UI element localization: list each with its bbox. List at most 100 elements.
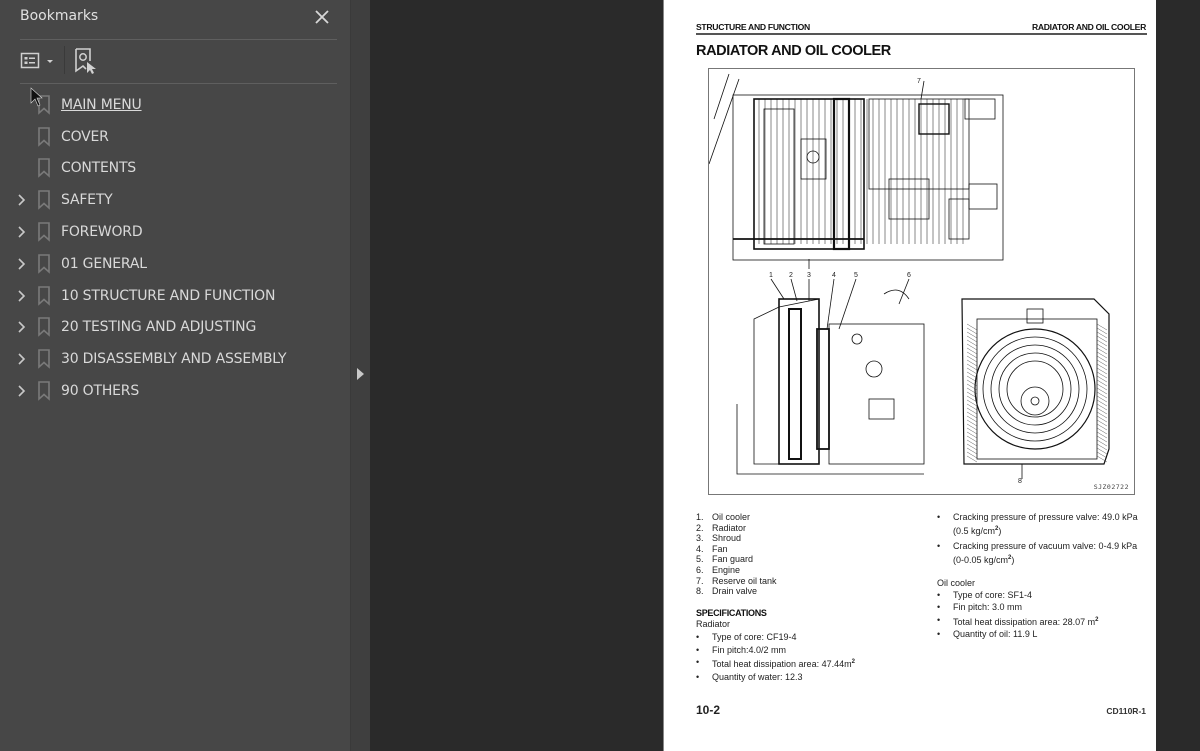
bookmark-label: FOREWORD (61, 224, 143, 241)
legend-text: Shroud (712, 533, 742, 544)
technical-drawing: 1 2 3 4 5 6 7 8 SJZ02722 (708, 68, 1135, 495)
bookmark-item[interactable]: SAFETY (0, 184, 350, 216)
spec-text: Cracking pressure of vacuum valve: 0-4.9… (953, 541, 1138, 551)
spec-bullet: • Total heat dissipation area: 47.44m2 (696, 656, 855, 671)
bullet-dot: • (937, 512, 941, 522)
figure-code: SJZ02722 (1093, 483, 1129, 491)
spec-text: ) (998, 526, 1002, 536)
legend-text: Fan (712, 543, 728, 554)
spec-text: Total heat dissipation area: 28.07 m (953, 616, 1096, 627)
bookmark-item[interactable]: 30 DISASSEMBLY AND ASSEMBLY (0, 343, 350, 375)
toolbar-divider (20, 83, 337, 84)
model-code: CD110R-1 (1106, 706, 1146, 716)
pdf-page: STRUCTURE AND FUNCTION RADIATOR AND OIL … (663, 0, 1156, 751)
callout-number: 6 (907, 272, 911, 279)
bookmark-item[interactable]: COVER (0, 121, 350, 153)
close-panel-button[interactable] (312, 7, 332, 27)
spec-bullet: • Quantity of water: 12.3 (696, 671, 855, 684)
bookmark-item[interactable]: CONTENTS (0, 153, 350, 185)
oil-cooler-specs: • Type of core: SF1-4 • Fin pitch: 3.0 mm • T… (937, 589, 1152, 641)
bookmark-icon (38, 349, 50, 370)
vertical-scrollbar[interactable] (1196, 0, 1200, 751)
bookmark-label: 30 DISASSEMBLY AND ASSEMBLY (61, 351, 287, 368)
caret-down-icon (47, 60, 53, 63)
chevron-right-icon[interactable] (17, 320, 27, 334)
find-current-bookmark-button[interactable] (73, 47, 99, 75)
legend-text: Radiator (712, 522, 747, 533)
bullet-dot: • (937, 541, 941, 551)
radiator-specs: • Type of core: CF19-4 • Fin pitch:4.0/2 mm… (696, 631, 855, 683)
bookmark-label: 10 STRUCTURE AND FUNCTION (61, 287, 276, 304)
spec-text: Total heat dissipation area: 47.44m (712, 659, 852, 670)
spec-text: Fin pitch:4.0/2 mm (712, 644, 787, 655)
superscript: 2 (851, 659, 855, 666)
spec-bullet: • Total heat dissipation area: 28.07 m2 (937, 614, 1152, 628)
bookmark-label: COVER (61, 128, 109, 145)
chevron-right-icon[interactable] (17, 257, 27, 271)
legend-text: Fan guard (712, 554, 754, 565)
bookmark-icon (38, 190, 50, 211)
bullet-dot: • (696, 671, 700, 682)
bookmarks-panel: Bookmarks MAIN MENU COVER CONTENTS SAFET… (0, 0, 350, 751)
bookmark-icon (38, 254, 50, 274)
spec-text: Type of core: CF19-4 (712, 632, 797, 642)
chevron-right-icon[interactable] (17, 193, 27, 207)
chevron-right-icon[interactable] (17, 352, 27, 366)
bookmark-item[interactable]: 10 STRUCTURE AND FUNCTION (0, 280, 350, 312)
bookmark-options-button[interactable] (20, 49, 58, 73)
legend-item: 6. Engine (696, 565, 777, 576)
bullet-dot: • (937, 629, 941, 640)
callout-number: 2 (789, 272, 793, 279)
spec-text: Fin pitch: 3.0 mm (953, 602, 1023, 613)
collapse-panel-handle[interactable] (354, 366, 366, 382)
header-rule (696, 33, 1147, 35)
bookmark-label: CONTENTS (61, 160, 136, 177)
spec-text: Quantity of oil: 11.9 L (953, 629, 1038, 640)
spec-text: (0-0.05 kg/cm (953, 555, 1009, 565)
bookmark-item[interactable]: MAIN MENU (0, 89, 350, 121)
legend-item: 5. Fan guard (696, 554, 777, 565)
bookmark-label: 20 TESTING AND ADJUSTING (61, 319, 257, 336)
legend-item: 1. Oil cooler (696, 512, 777, 523)
spec-text: ) (1011, 555, 1015, 565)
bullet-dot: • (937, 602, 941, 613)
specifications-heading: SPECIFICATIONS (696, 608, 767, 618)
page-title: RADIATOR AND OIL COOLER (696, 43, 891, 59)
chevron-right-icon[interactable] (17, 289, 27, 303)
legend-text: Engine (712, 564, 741, 575)
radiator-heading: Radiator (696, 619, 731, 629)
bookmark-icon (38, 126, 50, 147)
legend-item: 3. Shroud (696, 533, 777, 544)
side-view-drawing (736, 278, 925, 475)
chevron-right-icon[interactable] (17, 225, 27, 239)
bullet-dot: • (696, 657, 700, 668)
spec-bullet: • Cracking pressure of pressure valve: 49… (937, 512, 1152, 537)
chevron-right-icon[interactable] (17, 384, 27, 398)
callout-number: 5 (854, 272, 858, 279)
spec-bullet: • Fin pitch:4.0/2 mm (696, 644, 855, 657)
bookmark-icon (38, 381, 50, 401)
bookmark-item[interactable]: 20 TESTING AND ADJUSTING (0, 312, 350, 344)
callout-number: 1 (769, 272, 773, 279)
parts-legend: 1. Oil cooler 2. Radiator 3. Shroud 4. Fan 5. Fan… (696, 512, 777, 597)
bookmark-item[interactable]: 01 GENERAL (0, 248, 350, 280)
bookmark-label: 90 OTHERS (61, 383, 140, 400)
running-header-left: STRUCTURE AND FUNCTION (696, 22, 810, 32)
bookmark-list: MAIN MENU COVER CONTENTS SAFETY FOREWORD 01 G… (0, 89, 350, 407)
radiator-valve-specs: • Cracking pressure of pressure valve: 49… (937, 512, 1152, 566)
spec-text: Cracking pressure of pressure valve: 49.… (953, 512, 1138, 522)
bookmark-icon (38, 285, 50, 306)
specs-column-right: • Cracking pressure of pressure valve: 49… (937, 512, 1152, 641)
pdf-viewer: Bookmarks MAIN MENU COVER CONTENTS SAFET… (0, 0, 1200, 751)
spec-bullet: • Type of core: SF1-4 (937, 589, 1152, 601)
bookmark-item[interactable]: FOREWORD (0, 216, 350, 248)
bookmark-icon (38, 158, 50, 179)
legend-number: 1. (696, 512, 704, 522)
legend-number: 2. (696, 522, 704, 533)
spec-bullet: • Quantity of oil: 11.9 L (937, 628, 1152, 640)
spec-bullet: • Type of core: CF19-4 (696, 631, 855, 644)
callout-number: 8 (1018, 478, 1022, 485)
top-view-drawing (709, 73, 1004, 269)
bookmark-item[interactable]: 90 OTHERS (0, 375, 350, 407)
legend-text: Oil cooler (712, 512, 751, 522)
